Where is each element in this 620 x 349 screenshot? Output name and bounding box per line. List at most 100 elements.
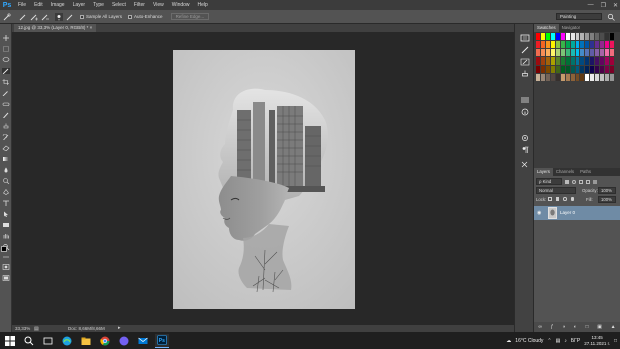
- color-swatch[interactable]: [565, 73, 570, 81]
- color-swatch[interactable]: [540, 57, 545, 65]
- color-swatch[interactable]: [590, 49, 595, 57]
- color-swatch[interactable]: [536, 49, 540, 57]
- windows-start-icon[interactable]: [3, 334, 17, 348]
- color-swatch[interactable]: [590, 41, 595, 49]
- status-menu-arrow-icon[interactable]: ▸: [118, 325, 121, 331]
- color-swatch[interactable]: [570, 57, 575, 65]
- task-view-icon[interactable]: [41, 334, 55, 348]
- kind-filter-select[interactable]: ρ Kind: [536, 178, 562, 185]
- color-swatch[interactable]: [570, 73, 575, 81]
- quick-mask-icon[interactable]: [2, 264, 10, 270]
- canvas-area[interactable]: [12, 32, 514, 325]
- clone-stamp-tool-icon[interactable]: [2, 123, 10, 129]
- color-swatch[interactable]: [560, 33, 565, 41]
- color-swatch[interactable]: [540, 73, 545, 81]
- brush-size-picker[interactable]: [55, 12, 63, 21]
- color-swatch[interactable]: [590, 73, 595, 81]
- marquee-tool-icon[interactable]: [2, 46, 10, 52]
- new-group-icon[interactable]: □: [586, 324, 589, 330]
- color-swatch[interactable]: [575, 41, 580, 49]
- color-swatch[interactable]: [610, 65, 614, 73]
- color-swatch[interactable]: [585, 33, 590, 41]
- properties-panel-icon[interactable]: [520, 134, 530, 142]
- type-tool-icon[interactable]: [2, 200, 10, 206]
- color-swatch[interactable]: [555, 57, 560, 65]
- color-swatch[interactable]: [540, 33, 545, 41]
- color-swatch[interactable]: [585, 73, 590, 81]
- tab-navigator[interactable]: Navigator: [559, 24, 583, 32]
- brush-tool-icon[interactable]: [2, 112, 10, 119]
- zoom-level[interactable]: 33,33%: [15, 326, 30, 331]
- color-swatch[interactable]: [565, 49, 570, 57]
- color-swatch[interactable]: [575, 33, 580, 41]
- quick-selection-tool-icon[interactable]: [2, 68, 10, 75]
- color-swatch[interactable]: [545, 73, 550, 81]
- color-swatch[interactable]: [585, 57, 590, 65]
- more-tools-icon[interactable]: [2, 254, 10, 260]
- color-swatch[interactable]: [610, 49, 614, 57]
- color-swatch[interactable]: [545, 65, 550, 73]
- eye-icon[interactable]: ◉: [537, 210, 541, 216]
- add-to-selection-icon[interactable]: [30, 13, 38, 21]
- color-swatch[interactable]: [555, 49, 560, 57]
- weather-icon[interactable]: ☁: [506, 338, 511, 344]
- lock-all-icon[interactable]: [570, 197, 574, 201]
- color-swatch[interactable]: [605, 49, 610, 57]
- color-swatch[interactable]: [545, 33, 550, 41]
- menu-image[interactable]: Image: [47, 2, 69, 8]
- link-layers-icon[interactable]: ∞: [538, 324, 542, 330]
- color-swatch[interactable]: [600, 57, 605, 65]
- color-swatch[interactable]: [570, 33, 575, 41]
- healing-brush-tool-icon[interactable]: [2, 101, 10, 107]
- opacity-field[interactable]: 100%: [598, 187, 616, 194]
- color-swatch[interactable]: [560, 49, 565, 57]
- color-swatch[interactable]: [585, 41, 590, 49]
- color-swatch[interactable]: [575, 49, 580, 57]
- color-swatch[interactable]: [595, 33, 600, 41]
- refine-edge-button[interactable]: Refine Edge...: [170, 13, 210, 20]
- color-swatch[interactable]: [560, 41, 565, 49]
- notifications-icon[interactable]: □: [614, 338, 617, 344]
- move-tool-icon[interactable]: [2, 35, 10, 41]
- color-swatch[interactable]: [595, 73, 600, 81]
- info-panel-icon[interactable]: [520, 108, 530, 116]
- tab-layers[interactable]: Layers: [534, 168, 553, 176]
- clone-source-icon[interactable]: [520, 70, 530, 78]
- menu-help[interactable]: Help: [194, 2, 212, 8]
- color-swatch[interactable]: [545, 41, 550, 49]
- network-icon[interactable]: ▤: [556, 338, 561, 344]
- menu-window[interactable]: Window: [168, 2, 194, 8]
- menu-edit[interactable]: Edit: [30, 2, 47, 8]
- color-swatch[interactable]: [600, 49, 605, 57]
- clock[interactable]: 13:45 27.11.2021 г.: [584, 335, 610, 346]
- menu-layer[interactable]: Layer: [69, 2, 90, 8]
- color-swatch[interactable]: [536, 73, 540, 81]
- rectangle-tool-icon[interactable]: [2, 222, 10, 228]
- minimize-button[interactable]: —: [588, 2, 594, 8]
- color-swatch[interactable]: [560, 57, 565, 65]
- color-swatch[interactable]: [605, 33, 610, 41]
- color-swatch[interactable]: [555, 65, 560, 73]
- search-taskbar-icon[interactable]: [22, 334, 36, 348]
- path-selection-tool-icon[interactable]: [2, 211, 10, 217]
- color-swatch[interactable]: [540, 49, 545, 57]
- file-explorer-icon[interactable]: [79, 334, 93, 348]
- tools-presets-icon[interactable]: [520, 160, 530, 168]
- volume-icon[interactable]: ♪: [564, 338, 567, 344]
- color-swatch[interactable]: [600, 65, 605, 73]
- color-swatch[interactable]: [590, 65, 595, 73]
- menu-type[interactable]: Type: [89, 2, 108, 8]
- blur-tool-icon[interactable]: [2, 167, 10, 173]
- color-swatch[interactable]: [540, 65, 545, 73]
- color-swatch[interactable]: [550, 73, 555, 81]
- document-canvas[interactable]: [173, 50, 355, 309]
- gradient-tool-icon[interactable]: [2, 156, 10, 162]
- shape-filter-icon[interactable]: [586, 179, 590, 184]
- color-swatch[interactable]: [565, 65, 570, 73]
- lasso-tool-icon[interactable]: [2, 57, 10, 63]
- viber-icon[interactable]: [117, 334, 131, 348]
- color-swatch[interactable]: [580, 41, 585, 49]
- color-swatch[interactable]: [590, 33, 595, 41]
- eyedropper-tool-icon[interactable]: [2, 90, 10, 97]
- adjustment-filter-icon[interactable]: [572, 179, 576, 184]
